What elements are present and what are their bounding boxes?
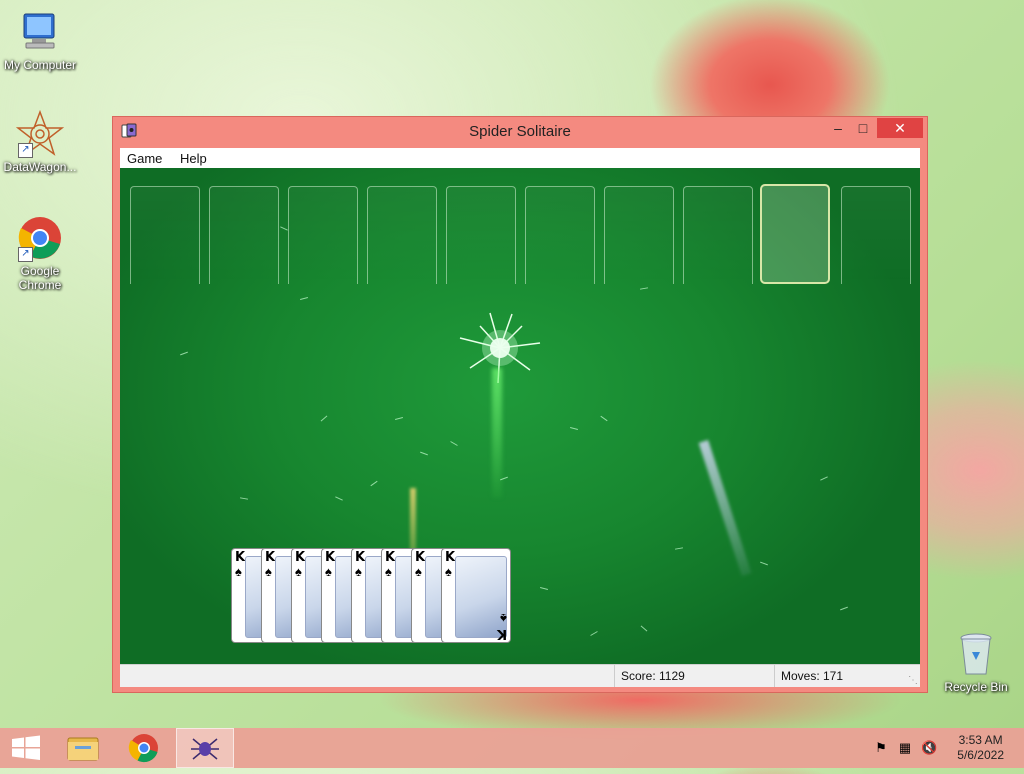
card-slot[interactable] [367,186,437,284]
card-rank: K [496,626,507,641]
firework-spark [639,287,649,290]
folder-icon [67,737,99,761]
firework-spark [590,631,598,636]
menu-help[interactable]: Help [173,148,214,166]
card-slot[interactable] [209,186,279,284]
start-button[interactable] [0,728,56,768]
card-rank: K [385,550,396,565]
card-rank: K [325,550,336,565]
card-rank: K [355,550,366,565]
firework-spark [335,496,343,501]
card-slot[interactable] [841,186,911,284]
card-rank: K [265,550,276,565]
firework-spark [180,351,188,356]
desktop-icon-label: My Computer [3,58,77,72]
card-suit: ♠ [295,564,302,579]
title-bar[interactable]: Spider Solitaire – □ ✕ [113,117,927,147]
status-bar: Score: 1129 Moves: 171 ⋱ [120,664,920,687]
status-divider [614,665,615,687]
firework-spark [674,547,684,550]
card-slot[interactable] [525,186,595,284]
firework-spark [540,586,548,591]
firework-spark [420,451,428,456]
moves-display: Moves: 171 [781,669,844,683]
card-slot[interactable] [604,186,674,284]
card-suit: ♠ [500,611,507,626]
firework-spark [450,441,458,446]
card-slot[interactable] [446,186,516,284]
spider-solitaire-window[interactable]: Spider Solitaire – □ ✕ Game Help K ♠ K ♠… [112,116,928,693]
firework-spark [320,415,328,422]
spider-icon [191,738,219,760]
firework-spark [300,296,308,301]
playing-card: K ♠ K ♠ [441,548,511,643]
card-slot[interactable] [288,186,358,284]
computer-icon [16,8,64,56]
card-suit: ♠ [265,564,272,579]
card-suit: ♠ [385,564,392,579]
firework-spark [840,606,848,611]
firework-spark [370,480,378,487]
shortcut-arrow-icon: ↗ [18,143,33,158]
firework-trail [698,439,752,577]
card-rank: K [445,550,456,565]
score-display: Score: 1129 [621,669,685,683]
taskbar: ⚑ ▦ 🔇 3:53 AM 5/6/2022 [0,728,1024,768]
taskbar-clock[interactable]: 3:53 AM 5/6/2022 [957,733,1004,763]
firework-spark [395,416,403,421]
action-center-flag-icon[interactable]: ⚑ [873,740,889,756]
desktop-icon-label: DataWagon... [3,160,77,174]
volume-muted-icon[interactable]: 🔇 [921,740,937,756]
game-board[interactable]: K ♠ K ♠ K ♠ K ♠ K ♠ K ♠ K ♠ K ♠ K ♠ [120,168,920,664]
menu-bar: Game Help [120,148,920,168]
firework-spark [820,476,828,481]
card-suit: ♠ [325,564,332,579]
card-suit: ♠ [415,564,422,579]
network-icon[interactable]: ▦ [897,740,913,756]
recycle-bin-icon [952,630,1000,678]
datawagon-logo-icon: ↗ [15,109,65,158]
taskbar-spider-solitaire[interactable] [176,728,234,768]
desktop-icon-recycle-bin[interactable]: Recycle Bin [936,630,1016,694]
menu-game[interactable]: Game [120,148,169,166]
desktop-icon-my-computer[interactable]: My Computer [0,8,80,72]
card-rank: K [415,550,426,565]
taskbar-google-chrome[interactable] [116,728,172,768]
desktop-icon-label: Recycle Bin [944,680,1008,694]
card-slot[interactable] [683,186,753,284]
window-title: Spider Solitaire [469,123,571,140]
card-rank: K [235,550,246,565]
card-slot-selected[interactable] [760,184,830,284]
chrome-icon: ↗ [16,214,64,262]
firework-spark [760,561,768,566]
firework-spark [640,625,648,632]
status-divider [774,665,775,687]
desktop-icon-google-chrome[interactable]: ↗ Google Chrome [0,214,80,292]
card-suit: ♠ [235,564,242,579]
clock-time: 3:53 AM [958,733,1003,747]
taskbar-file-explorer[interactable] [56,728,112,768]
firework-spark [600,415,608,422]
maximize-button[interactable]: □ [849,118,877,138]
firework-spark [280,226,288,231]
card-rank: K [295,550,306,565]
shortcut-arrow-icon: ↗ [18,247,33,262]
card-suit: ♠ [445,564,452,579]
firework-spark [570,426,578,431]
desktop-icon-label: Google Chrome [18,264,62,292]
card-suit: ♠ [355,564,362,579]
card-slot[interactable] [130,186,200,284]
chrome-icon [128,734,158,763]
desktop-icon-datawagon[interactable]: ↗ DataWagon... [0,109,80,174]
clock-date: 5/6/2022 [957,748,1004,762]
firework-spark [239,497,249,500]
minimize-button[interactable]: – [824,118,852,138]
close-button[interactable]: ✕ [877,118,923,138]
windows-logo-icon [12,735,40,760]
resize-grip-icon[interactable]: ⋱ [908,675,918,686]
